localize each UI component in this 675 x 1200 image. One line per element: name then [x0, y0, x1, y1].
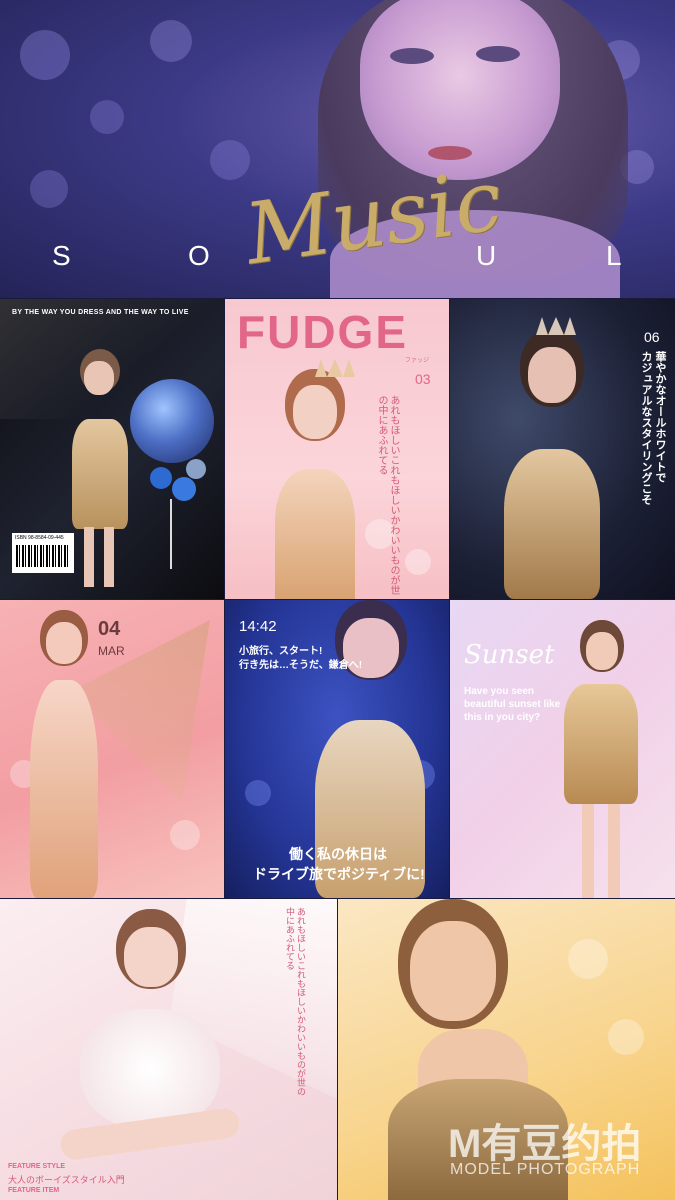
sunset-line-1: Have you seen — [464, 686, 535, 697]
top-banner: S O U L Music — [0, 0, 675, 298]
cover-fudge: FUDGE ファッジ 03 あれもほしいこれもほしいかわいいものが世の中にあふれ… — [225, 299, 449, 599]
date-number: 04 — [98, 618, 121, 640]
vertical-copy-1: 華やかなオールホワイトで — [654, 351, 666, 483]
feature-sub-1: 大人のボーイズスタイル入門 — [8, 1175, 125, 1185]
issue-number: 06 — [644, 329, 660, 345]
blue-balloon — [150, 467, 172, 489]
cover-yellow-portrait: M有豆约拍 MODEL PHOTOGRAPH — [338, 899, 675, 1200]
sunset-line-2: beautiful sunset like — [464, 699, 561, 710]
vertical-copy: あれもほしいこれもほしいかわいいものが世の中にあふれてる — [376, 395, 399, 595]
sunset-script: Sunset — [464, 640, 555, 670]
fudge-masthead: FUDGE — [237, 306, 408, 358]
soul-letter-l: L — [606, 240, 624, 271]
cover-tagline: BY THE WAY YOU DRESS AND THE WAY TO LIVE — [12, 309, 189, 316]
model-figure — [556, 620, 646, 898]
model-figure — [490, 317, 610, 599]
feature-label-2: FEATURE ITEM — [8, 1187, 60, 1194]
watermark-subtitle: MODEL PHOTOGRAPH — [450, 1161, 641, 1178]
barcode: ISBN 98-8584-09-445 — [12, 533, 74, 573]
fudge-kana: ファッジ — [405, 358, 430, 364]
date-month: MAR — [98, 644, 125, 658]
headline-2: 行き先は…そうだ、鎌倉へ! — [239, 660, 363, 671]
isbn-text: ISBN 98-8584-09-445 — [15, 535, 64, 541]
feature-label-1: FEATURE STYLE — [8, 1163, 66, 1170]
model-figure — [24, 610, 104, 898]
cover-dark-balloon: BY THE WAY YOU DRESS AND THE WAY TO LIVE… — [0, 299, 224, 599]
blue-balloon — [172, 477, 196, 501]
headline-1: 小旅行、スタート! — [239, 646, 323, 657]
soul-letter-o: O — [188, 240, 212, 271]
caption-2: ドライブ旅でポジティブに! — [253, 866, 425, 882]
silver-balloon — [186, 459, 206, 479]
vertical-copy-2: カジュアルなスタイリングこそ — [640, 351, 652, 505]
cover-feather-seated: あれもほしいこれもほしいかわいいものが世の中にあふれてる FEATURE STY… — [0, 899, 337, 1200]
balloon-stick — [170, 499, 172, 569]
vertical-copy: あれもほしいこれもほしいかわいいものが世の中にあふれてる — [285, 907, 306, 1096]
model-figure — [265, 359, 365, 599]
issue-number: 03 — [415, 371, 431, 387]
left-eye — [390, 48, 434, 64]
cover-blue-travel: 14:42 小旅行、スタート! 行き先は…そうだ、鎌倉へ! 働く私の休日は ドラ… — [225, 600, 449, 898]
cover-dark-crown: 06 華やかなオールホワイトで カジュアルなスタイリングこそ — [450, 299, 675, 599]
model-figure — [58, 909, 250, 1200]
time-label: 14:42 — [239, 618, 277, 635]
cover-sunset: Sunset Have you seen beautiful sunset li… — [450, 600, 675, 898]
right-eye — [476, 46, 520, 62]
cover-pink-wings: 04 MAR — [0, 600, 224, 898]
caption-1: 働く私の休日は — [289, 846, 387, 862]
soul-letter-s: S — [52, 240, 73, 271]
sunset-line-3: this in you city? — [464, 712, 541, 723]
glitter-balloon — [130, 379, 214, 463]
